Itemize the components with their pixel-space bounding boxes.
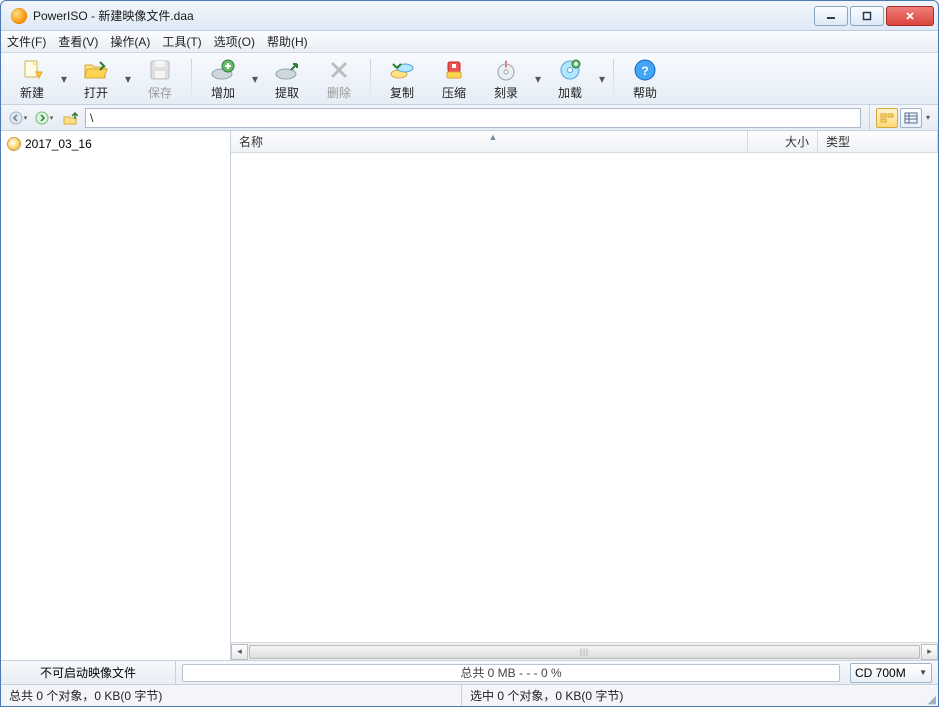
mount-button[interactable]: 加载 <box>545 56 595 102</box>
open-button[interactable]: 打开 <box>71 56 121 102</box>
nav-up-button[interactable] <box>59 108 81 128</box>
open-dropdown[interactable]: ▾ <box>123 56 133 102</box>
menu-file[interactable]: 文件(F) <box>7 33 46 50</box>
app-icon <box>11 8 27 24</box>
status-bar-upper: 不可启动映像文件 总共 0 MB - - - 0 % CD 700M ▼ <box>1 660 938 684</box>
view-list-button[interactable] <box>900 108 922 128</box>
status-selected: 选中 0 个对象，0 KB(0 字节) <box>462 687 922 704</box>
minimize-button[interactable] <box>814 6 848 26</box>
list-body[interactable] <box>231 153 938 642</box>
chevron-down-icon: ▼ <box>919 668 927 677</box>
navbar: ▾ ▾ \ ▾ <box>1 105 938 131</box>
toolbar: 新建 ▾ 打开 ▾ 保存 增加 ▾ 提取 <box>1 53 938 105</box>
tree-root-item[interactable]: 2017_03_16 <box>5 135 226 153</box>
menu-help[interactable]: 帮助(H) <box>267 33 308 50</box>
content-area: 2017_03_16 名称 ▲ 大小 类型 ◂ ||| ▸ <box>1 131 938 660</box>
sort-asc-icon: ▲ <box>489 132 498 142</box>
titlebar[interactable]: PowerISO - 新建映像文件.daa <box>1 1 938 31</box>
nav-forward-button[interactable]: ▾ <box>33 108 55 128</box>
add-button[interactable]: 增加 <box>198 56 248 102</box>
scroll-left-button[interactable]: ◂ <box>231 644 248 660</box>
column-type[interactable]: 类型 <box>818 131 938 152</box>
open-folder-icon <box>82 57 110 83</box>
status-total: 总共 0 个对象，0 KB(0 字节) <box>1 687 461 704</box>
toolbar-separator <box>613 59 614 99</box>
disc-size-combo[interactable]: CD 700M ▼ <box>850 663 932 683</box>
save-button: 保存 <box>135 56 185 102</box>
delete-icon <box>325 57 353 83</box>
scroll-track[interactable]: ||| <box>248 644 921 660</box>
bootable-status[interactable]: 不可启动映像文件 <box>1 661 176 684</box>
menu-action[interactable]: 操作(A) <box>110 33 150 50</box>
tree-panel[interactable]: 2017_03_16 <box>1 131 231 660</box>
menu-options[interactable]: 选项(O) <box>214 33 255 50</box>
column-name[interactable]: 名称 ▲ <box>231 131 748 152</box>
disc-icon <box>7 137 21 151</box>
save-icon <box>146 57 174 83</box>
new-file-icon <box>18 57 46 83</box>
list-header: 名称 ▲ 大小 类型 <box>231 131 938 153</box>
new-dropdown[interactable]: ▾ <box>59 56 69 102</box>
help-button[interactable]: ? 帮助 <box>620 56 670 102</box>
list-panel: 名称 ▲ 大小 类型 ◂ ||| ▸ <box>231 131 938 660</box>
mount-icon <box>556 57 584 83</box>
app-window: PowerISO - 新建映像文件.daa 文件(F) 查看(V) 操作(A) … <box>0 0 939 707</box>
toolbar-separator <box>370 59 371 99</box>
close-button[interactable] <box>886 6 934 26</box>
scroll-thumb[interactable]: ||| <box>249 645 920 659</box>
extract-button[interactable]: 提取 <box>262 56 312 102</box>
extract-icon <box>273 57 301 83</box>
burn-icon <box>492 57 520 83</box>
window-title: PowerISO - 新建映像文件.daa <box>33 7 194 24</box>
burn-button[interactable]: 刻录 <box>481 56 531 102</box>
tree-item-label: 2017_03_16 <box>25 137 92 151</box>
scroll-right-button[interactable]: ▸ <box>921 644 938 660</box>
menu-tools[interactable]: 工具(T) <box>162 33 201 50</box>
compress-icon <box>440 57 468 83</box>
toolbar-separator <box>191 59 192 99</box>
help-icon: ? <box>631 57 659 83</box>
maximize-button[interactable] <box>850 6 884 26</box>
view-icons-button[interactable] <box>876 108 898 128</box>
svg-text:?: ? <box>641 64 648 78</box>
horizontal-scrollbar[interactable]: ◂ ||| ▸ <box>231 642 938 660</box>
path-input[interactable]: \ <box>85 108 861 128</box>
resize-grip[interactable]: ◢ <box>922 690 938 706</box>
add-icon <box>209 57 237 83</box>
status-bar-lower: 总共 0 个对象，0 KB(0 字节) 选中 0 个对象，0 KB(0 字节) … <box>1 684 938 706</box>
column-size[interactable]: 大小 <box>748 131 818 152</box>
menu-view[interactable]: 查看(V) <box>58 33 98 50</box>
view-dropdown[interactable]: ▾ <box>924 113 932 122</box>
delete-button: 删除 <box>314 56 364 102</box>
menubar: 文件(F) 查看(V) 操作(A) 工具(T) 选项(O) 帮助(H) <box>1 31 938 53</box>
nav-back-button[interactable]: ▾ <box>7 108 29 128</box>
size-progress: 总共 0 MB - - - 0 % <box>182 664 840 682</box>
compress-button[interactable]: 压缩 <box>429 56 479 102</box>
add-dropdown[interactable]: ▾ <box>250 56 260 102</box>
burn-dropdown[interactable]: ▾ <box>533 56 543 102</box>
mount-dropdown[interactable]: ▾ <box>597 56 607 102</box>
copy-disc-icon <box>388 57 416 83</box>
copy-button[interactable]: 复制 <box>377 56 427 102</box>
view-options: ▾ <box>869 105 932 131</box>
new-button[interactable]: 新建 <box>7 56 57 102</box>
